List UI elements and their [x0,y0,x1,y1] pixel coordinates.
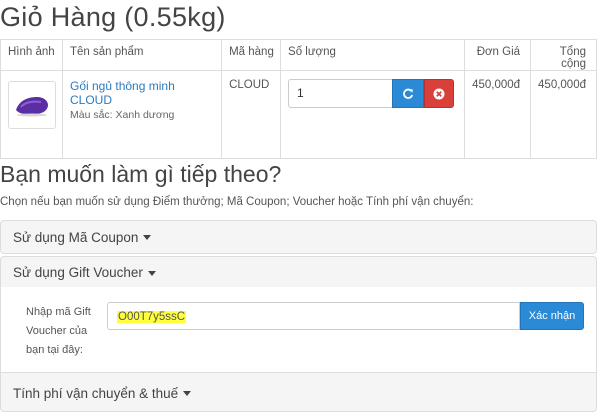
voucher-panel-toggle[interactable]: Sử dụng Gift Voucher [1,257,596,289]
caret-down-icon [147,270,156,276]
next-steps-heading: Bạn muốn làm gì tiếp theo? [0,161,282,187]
column-header-unit-price: Đơn Giá [463,39,532,71]
shipping-panel-toggle[interactable]: Tính phí vận chuyển & thuế [1,373,596,412]
coupon-panel[interactable]: Sử dụng Mã Coupon [0,220,597,254]
shipping-panel[interactable]: Tính phí vận chuyển & thuế [0,372,597,412]
caret-down-icon [183,391,192,396]
voucher-panel[interactable]: Sử dụng Gift Voucher [0,256,597,289]
column-header-code: Mã hàng [221,39,282,71]
coupon-panel-title: Sử dụng Mã Coupon [13,229,139,245]
product-name-cell: Gối ngủ thông minh CLOUD Màu sắc: Xanh d… [61,70,223,159]
table-row: Gối ngủ thông minh CLOUD Màu sắc: Xanh d… [0,70,597,159]
shipping-panel-title: Tính phí vận chuyển & thuế [13,385,179,401]
quantity-cell: 1 [280,70,465,159]
product-image-cell [0,70,63,159]
voucher-form: Nhập mã Gift Voucher của bạn tại đây: O0… [0,287,597,372]
voucher-panel-title: Sử dụng Gift Voucher [13,265,143,280]
confirm-voucher-button[interactable]: Xác nhận [520,302,584,330]
table-header-row: Hình ảnh Tên sản phẩm Mã hàng Số lượng Đ… [0,39,597,71]
quantity-control: 1 [288,79,458,108]
column-header-name: Tên sản phẩm [61,39,223,71]
remove-item-button[interactable] [424,79,455,108]
pillow-image [16,97,48,117]
caret-down-icon [143,235,152,240]
remove-circle-icon [433,88,445,99]
product-color-attribute: Màu sắc: Xanh dương [70,109,175,121]
voucher-code-input[interactable]: O00T7y5ssC [107,302,520,330]
coupon-panel-toggle[interactable]: Sử dụng Mã Coupon [1,221,596,253]
product-code: CLOUD [221,70,282,159]
refresh-icon [403,88,414,99]
column-header-total: Tổng cộng [530,39,597,71]
next-steps-description: Chọn nếu bạn muốn sử dụng Điểm thưởng; M… [0,196,474,208]
voucher-code-label: Nhập mã Gift Voucher của bạn tại đây: [26,306,91,356]
column-header-quantity: Số lượng [280,39,465,71]
line-total: 450,000đ [530,70,597,159]
product-thumbnail[interactable] [8,81,56,129]
cart-table: Hình ảnh Tên sản phẩm Mã hàng Số lượng Đ… [0,39,597,159]
voucher-code-value: O00T7y5ssC [117,311,187,323]
page-title: Giỏ Hàng (0.55kg) [0,2,226,32]
quantity-input[interactable]: 1 [288,79,393,108]
update-quantity-button[interactable] [392,79,425,108]
product-name-link[interactable]: Gối ngủ thông minh CLOUD [70,79,215,107]
column-header-image: Hình ảnh [0,39,63,71]
unit-price: 450,000đ [463,70,532,159]
